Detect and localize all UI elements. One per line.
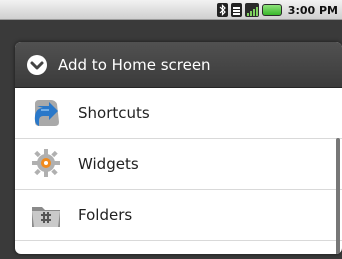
dropdown-circle-icon	[27, 54, 47, 75]
options-list: Shortcuts Widgets Folders	[15, 88, 342, 254]
list-item-folders[interactable]: Folders	[15, 190, 342, 241]
status-icons: 3:00 PM	[216, 0, 338, 20]
list-item-label: Shortcuts	[78, 104, 150, 122]
list-item-label: Folders	[78, 206, 133, 224]
signal-type-icon	[230, 3, 242, 17]
shortcut-arrow-icon	[34, 100, 59, 126]
list-item-widgets[interactable]: Widgets	[15, 139, 342, 190]
list-item-shortcuts[interactable]: Shortcuts	[15, 88, 342, 139]
status-time: 3:00 PM	[287, 3, 338, 17]
add-to-home-dialog: Add to Home screen Shortcuts Widgets Fol…	[15, 42, 342, 254]
dialog-title: Add to Home screen	[58, 55, 211, 74]
widgets-gear-icon	[32, 149, 60, 177]
battery-level	[262, 5, 281, 15]
status-bar: 3:00 PM	[0, 0, 342, 20]
list-scrollbar[interactable]	[336, 138, 340, 254]
dialog-title-bar: Add to Home screen	[15, 42, 342, 88]
folder-icon	[32, 207, 60, 227]
battery-icon	[261, 4, 282, 16]
signal-bars-icon	[244, 3, 259, 17]
bluetooth-icon	[216, 3, 228, 17]
list-item-label: Widgets	[78, 155, 139, 173]
